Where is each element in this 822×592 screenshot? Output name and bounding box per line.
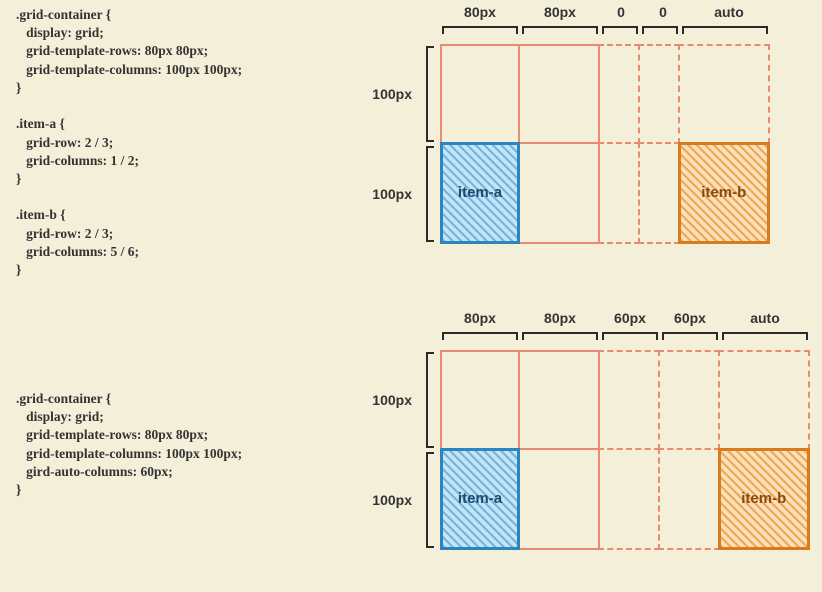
col-label: auto: [684, 4, 774, 20]
col-label: 80px: [440, 310, 520, 326]
col-labels-2: 80px 80px 60px 60px auto: [440, 310, 810, 326]
col-bracket: [722, 332, 808, 340]
grid-2: item-a item-b: [440, 350, 810, 550]
item-a-label: item-a: [458, 184, 502, 201]
grid-cell: [518, 350, 601, 450]
grid-cell: [518, 44, 601, 144]
row-label: 100px: [370, 350, 422, 450]
col-bracket: [602, 26, 638, 34]
col-label: 0: [600, 4, 642, 20]
grid-item-a: item-a: [440, 142, 520, 245]
item-b-label: item-b: [701, 184, 746, 201]
grid-item-a: item-a: [440, 448, 520, 551]
implicit-cell: [658, 350, 721, 450]
grid-diagram-2: 80px 80px 60px 60px auto 100px 100px ite…: [380, 310, 810, 566]
implicit-cell: [718, 350, 811, 450]
grid-cell: [518, 142, 601, 245]
implicit-cell: [598, 350, 661, 450]
row-labels-2: 100px 100px: [370, 350, 422, 550]
row-labels-1: 100px 100px: [370, 44, 422, 244]
implicit-cell: [678, 44, 771, 144]
implicit-cell: [598, 44, 641, 144]
grid-item-b: item-b: [718, 448, 811, 551]
implicit-cell: [598, 448, 661, 551]
col-label: 80px: [520, 310, 600, 326]
col-label: 0: [642, 4, 684, 20]
col-labels-1: 80px 80px 0 0 auto: [440, 4, 774, 20]
row-bracket: [426, 146, 434, 242]
implicit-cell: [658, 448, 721, 551]
css-code-block-2: .grid-container { display: grid; grid-te…: [16, 390, 242, 499]
implicit-cell: [598, 142, 641, 245]
col-label: 80px: [520, 4, 600, 20]
implicit-cell: [638, 44, 681, 144]
col-label: 60px: [660, 310, 720, 326]
row-bracket: [426, 352, 434, 448]
col-bracket: [442, 26, 518, 34]
row-bracket: [426, 46, 434, 142]
grid-cell: [440, 44, 520, 144]
css-code-block-1: .grid-container { display: grid; grid-te…: [16, 6, 242, 279]
row-bracket: [426, 452, 434, 548]
item-a-label: item-a: [458, 490, 502, 507]
implicit-cell: [638, 142, 681, 245]
col-bracket: [522, 26, 598, 34]
item-b-label: item-b: [741, 490, 786, 507]
col-bracket: [662, 332, 718, 340]
col-bracket: [602, 332, 658, 340]
row-label: 100px: [370, 144, 422, 244]
col-bracket: [682, 26, 768, 34]
grid-cell: [440, 350, 520, 450]
col-bracket: [442, 332, 518, 340]
grid-diagram-1: 80px 80px 0 0 auto 100px 100px item-a it…: [380, 4, 810, 260]
row-label: 100px: [370, 450, 422, 550]
grid-item-b: item-b: [678, 142, 771, 245]
col-label: 80px: [440, 4, 520, 20]
row-label: 100px: [370, 44, 422, 144]
col-bracket: [642, 26, 678, 34]
grid-cell: [518, 448, 601, 551]
grid-1: item-a item-b: [440, 44, 770, 244]
col-label: auto: [720, 310, 810, 326]
col-bracket: [522, 332, 598, 340]
col-label: 60px: [600, 310, 660, 326]
